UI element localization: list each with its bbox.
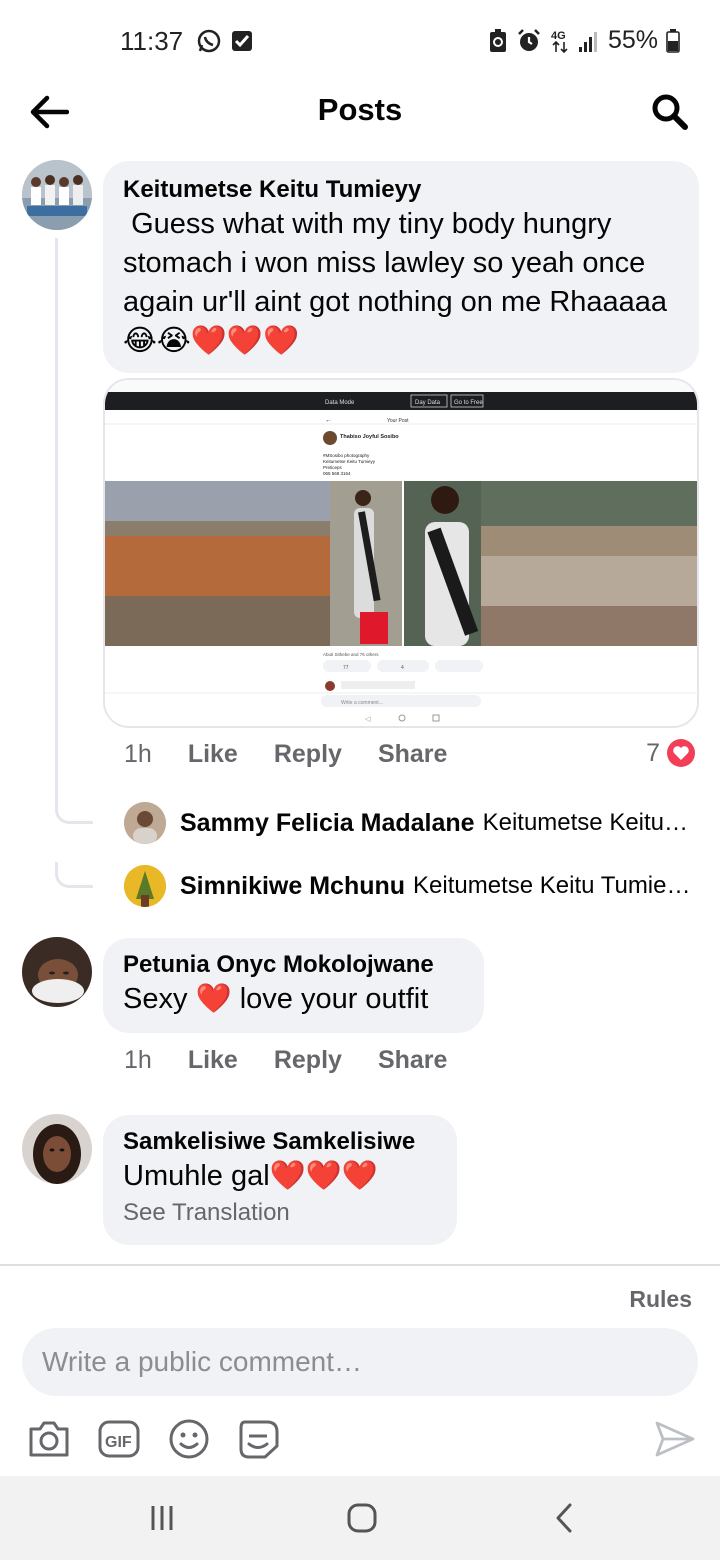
attached-screenshot: Data Mode Day Data Go to Free ← Your Pos… xyxy=(105,380,697,726)
reply-author[interactable]: Simnikiwe Mchunu xyxy=(180,872,405,901)
group-photo-avatar xyxy=(22,160,92,230)
share-button[interactable]: Share xyxy=(378,740,447,769)
back-nav-button[interactable] xyxy=(542,1496,586,1540)
search-icon xyxy=(652,94,688,130)
comment-bubble[interactable]: Petunia Onyc Mokolojwane Sexy ❤️ love yo… xyxy=(103,938,484,1033)
data-mode-label: Data Mode xyxy=(325,400,355,406)
comment-text: Guess what with my tiny body hungry stom… xyxy=(123,208,668,357)
comment-author[interactable]: Petunia Onyc Mokolojwane xyxy=(123,950,464,980)
post-line: Keitumetse Keitu Tumieyy xyxy=(323,459,376,464)
emoji-icon xyxy=(169,1419,209,1459)
network-4g-icon: 4G xyxy=(551,30,568,53)
alarm-icon xyxy=(518,28,540,51)
comment-image-attachment[interactable]: Data Mode Day Data Go to Free ← Your Pos… xyxy=(103,378,699,728)
comment-actions: 1h Like Reply Share xyxy=(124,1046,483,1075)
reply-text: Keitumetse Keitu Tumie… xyxy=(413,872,691,899)
comment-time: 1h xyxy=(124,740,152,768)
camera-button[interactable] xyxy=(26,1416,72,1462)
sticker-icon xyxy=(239,1420,279,1459)
rules-link[interactable]: Rules xyxy=(629,1286,692,1313)
search-button[interactable] xyxy=(648,90,692,134)
go-free-label: Go to Free xyxy=(454,400,483,406)
battery-saver-icon xyxy=(489,28,506,52)
comment-author[interactable]: Samkelisiwe Samkelisiwe xyxy=(123,1127,437,1157)
reaction-summary[interactable]: 7 xyxy=(646,738,696,768)
top-app-bar: Posts xyxy=(0,80,720,144)
post-line: Preticeps xyxy=(323,465,343,470)
reply-preview[interactable]: Sammy Felicia Madalane Keitumetse Keitu… xyxy=(124,802,696,844)
system-nav-bar xyxy=(0,1476,720,1560)
check-box-icon xyxy=(232,31,252,51)
page-title: Posts xyxy=(317,92,403,127)
battery-icon xyxy=(666,28,680,53)
thread-connector xyxy=(55,800,93,824)
reply-button[interactable]: Reply xyxy=(274,1046,342,1075)
svg-text:4G: 4G xyxy=(551,30,566,42)
home-button[interactable] xyxy=(340,1496,384,1540)
svg-text:←: ← xyxy=(325,417,332,424)
reaction-count: 7 xyxy=(646,738,660,767)
reply-author[interactable]: Sammy Felicia Madalane xyxy=(180,809,475,838)
gif-icon: GIF xyxy=(98,1420,140,1458)
share-button[interactable]: Share xyxy=(378,1046,447,1075)
comment-count: 4 xyxy=(401,665,404,671)
thread-connector xyxy=(55,862,93,888)
comment-time: 1h xyxy=(124,1046,152,1074)
thread-line xyxy=(55,238,58,808)
sticker-button[interactable] xyxy=(236,1416,282,1462)
reactions-line: Abuti Sithebe and 76 others xyxy=(323,652,379,657)
svg-text:GIF: GIF xyxy=(105,1434,132,1451)
send-icon xyxy=(655,1421,695,1457)
svg-text:◁: ◁ xyxy=(365,716,371,723)
gif-button[interactable]: GIF xyxy=(96,1416,142,1462)
send-button[interactable] xyxy=(652,1416,698,1462)
recents-icon xyxy=(151,1506,173,1530)
post-author: Thabiso Joyful Sosibo xyxy=(340,434,399,440)
home-icon xyxy=(347,1503,377,1533)
status-time: 11:37 xyxy=(120,26,184,56)
avatar[interactable] xyxy=(124,802,166,844)
signal-icon xyxy=(578,31,597,52)
see-translation-link[interactable]: See Translation xyxy=(123,1196,437,1230)
back-chevron-icon xyxy=(556,1503,572,1533)
like-count: 77 xyxy=(343,665,349,671)
whatsapp-icon xyxy=(197,29,221,53)
like-button[interactable]: Like xyxy=(188,1046,238,1075)
comment-author[interactable]: Keitumetse Keitu Tumieyy xyxy=(123,175,679,205)
avatar[interactable] xyxy=(22,1114,92,1184)
reply-button[interactable]: Reply xyxy=(274,740,342,769)
comment-composer: Rules Write a public comment… GIF xyxy=(0,1264,720,1476)
comment-actions: 1h Like Reply Share xyxy=(124,740,483,769)
reply-preview[interactable]: Simnikiwe Mchunu Keitumetse Keitu Tumie… xyxy=(124,865,696,907)
day-data-label: Day Data xyxy=(415,400,441,406)
comment-text: Sexy ❤️ love your outfit xyxy=(123,983,429,1015)
comment-text: Umuhle gal❤️❤️❤️ xyxy=(123,1160,379,1192)
comment-bubble[interactable]: Samkelisiwe Samkelisiwe Umuhle gal❤️❤️❤️… xyxy=(103,1115,457,1245)
your-post-label: Your Post xyxy=(387,418,409,424)
write-comment-hint: Write a comment... xyxy=(341,700,383,706)
emoji-button[interactable] xyxy=(166,1416,212,1462)
like-button[interactable]: Like xyxy=(188,740,238,769)
love-reaction-icon xyxy=(667,739,695,767)
avatar[interactable] xyxy=(22,937,92,1007)
post-line: #MSosibo photography xyxy=(323,453,370,458)
reply-text: Keitumetse Keitu… xyxy=(482,809,689,836)
comment-bubble[interactable]: Keitumetse Keitu Tumieyy Guess what with… xyxy=(103,161,699,373)
comment-input[interactable]: Write a public comment… xyxy=(22,1328,698,1396)
comment-input-placeholder: Write a public comment… xyxy=(42,1346,363,1377)
post-line: 065 568 3164 xyxy=(323,471,351,476)
camera-icon xyxy=(29,1421,69,1457)
avatar[interactable] xyxy=(22,160,92,230)
battery-percent: 55% xyxy=(607,26,658,54)
recents-button[interactable] xyxy=(140,1496,184,1540)
avatar[interactable] xyxy=(124,865,166,907)
status-bar: 11:37 4G 55% xyxy=(0,0,720,80)
